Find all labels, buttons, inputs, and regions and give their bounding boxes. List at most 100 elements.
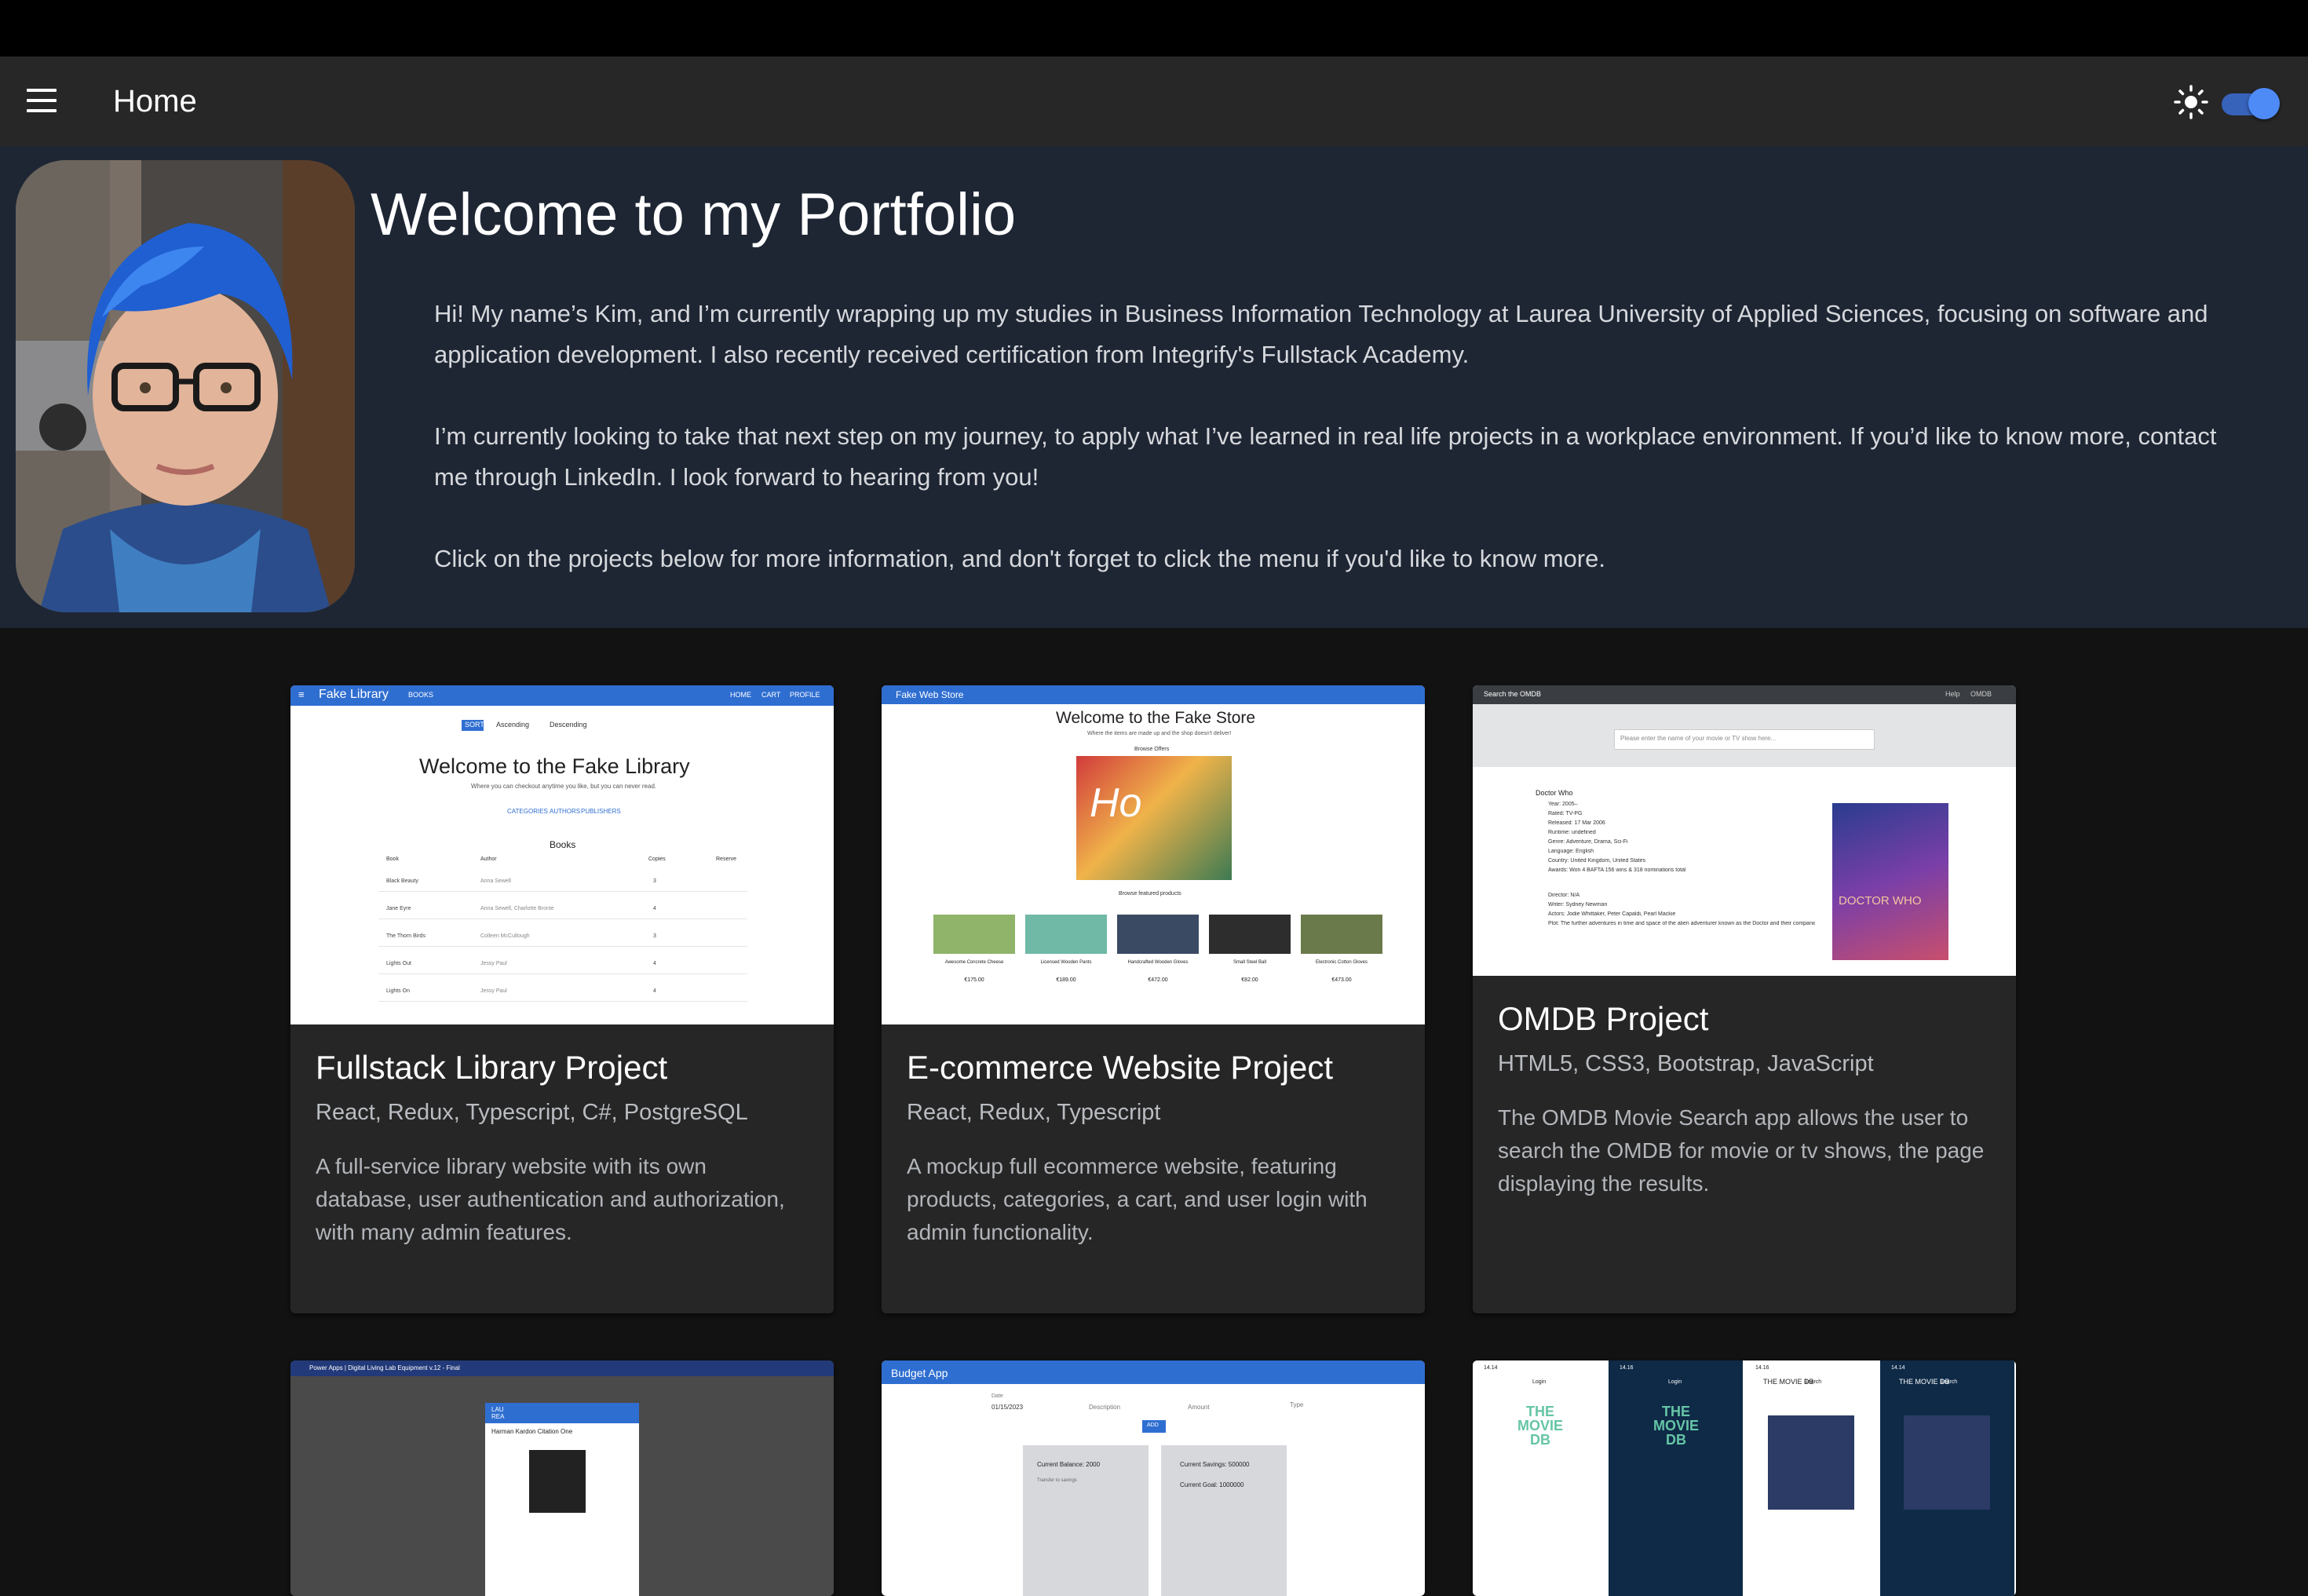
project-card-budget[interactable]: Budget App Date 01/15/2023 Description A… xyxy=(882,1360,1425,1596)
thumb-row-book: Black Beauty xyxy=(386,878,418,884)
thumb-field-type: Type xyxy=(1290,1401,1304,1408)
thumb-row-copies: 3 xyxy=(653,878,656,884)
thumb-product-price: €472.00 xyxy=(1148,977,1168,983)
thumb-field-description: Description xyxy=(1089,1404,1121,1411)
thumb-savings: Current Savings: 500000 xyxy=(1180,1461,1250,1468)
thumb-col-reserve: Reserve xyxy=(716,856,737,862)
thumb-screen xyxy=(1609,1360,1743,1596)
thumb-link-authors: AUTHORS xyxy=(550,808,581,815)
hero-title: Welcome to my Portfolio xyxy=(371,181,1017,248)
project-card-library[interactable]: ≡ Fake Library BOOKS HOME CART PROFILE S… xyxy=(290,685,834,1313)
thumb-row-author: Jessy Paul xyxy=(480,988,507,994)
thumb-product-name: Handcrafted Wooden Gloves xyxy=(1127,960,1189,965)
thumb-row-author: Jessy Paul xyxy=(480,961,507,966)
thumb-row-divider xyxy=(378,946,747,947)
thumb-detail: Runtime: undefined xyxy=(1548,830,1596,835)
thumb-link-categories: CATEGORIES xyxy=(507,808,548,815)
project-card-moviedb[interactable]: 14.14 Login THE MOVIE DB 14.16 Login THE MOVI… xyxy=(1473,1360,2016,1596)
thumb-brand: Fake Web Store xyxy=(896,689,964,700)
thumb-search-placeholder: Please enter the name of your movie or T… xyxy=(1620,735,1777,742)
thumb-product-price: €175.00 xyxy=(964,977,984,983)
thumb-screen-logo: THE MOVIE DB xyxy=(1517,1404,1563,1448)
project-card-powerapps[interactable]: Power Apps | Digital Living Lab Equipmen… xyxy=(290,1360,834,1596)
thumb-transfer: Transfer to savings xyxy=(1037,1478,1077,1483)
instructions-paragraph: Click on the projects below for more inf… xyxy=(434,545,1605,572)
theme-toggle[interactable] xyxy=(2219,87,2280,119)
thumb-screen-label: Login xyxy=(1668,1379,1682,1385)
thumb-product-image xyxy=(1025,915,1107,954)
thumb-col-author: Author xyxy=(480,856,497,862)
avatar xyxy=(16,160,355,612)
project-card-ecommerce[interactable]: Fake Web Store Welcome to the Fake Store… xyxy=(882,685,1425,1313)
thumb-detail: Year: 2005– xyxy=(1548,802,1578,807)
thumb-nav-profile: PROFILE xyxy=(790,691,820,699)
thumb-col-book: Book xyxy=(386,856,399,862)
thumb-screen-poster xyxy=(1904,1415,1990,1510)
card-title: Fullstack Library Project xyxy=(316,1049,668,1086)
thumb-row-book: Lights On xyxy=(386,988,410,994)
project-card-omdb[interactable]: Search the OMDB Help OMDB Please enter t… xyxy=(1473,685,2016,1313)
card-description: The OMDB Movie Search app allows the use… xyxy=(1498,1105,1985,1196)
card-description: A full-service library website with its … xyxy=(316,1154,785,1244)
thumb-link-publishers: PUBLISHERS xyxy=(581,808,621,815)
card-title: E-commerce Website Project xyxy=(907,1049,1334,1086)
thumb-row-author: Colleen McCullough xyxy=(480,933,530,939)
thumb-item: Harman Kardon Citation One xyxy=(491,1428,573,1435)
library-screenshot: ≡ Fake Library BOOKS HOME CART PROFILE S… xyxy=(290,685,834,1024)
thumb-detail: Genre: Adventure, Drama, Sci-Fi xyxy=(1548,839,1628,845)
thumb-heading: Welcome to the Fake Library xyxy=(419,754,690,778)
thumb-detail: Director: N/A xyxy=(1548,893,1580,898)
top-strip xyxy=(0,0,2308,57)
thumb-brand: Search the OMDB xyxy=(1484,690,1542,698)
thumb-result-title: Doctor Who xyxy=(1536,789,1573,797)
thumb-product-image xyxy=(1209,915,1291,954)
thumb-row-author: Anna Sewell xyxy=(480,878,511,884)
thumb-screen-logo: THE MOVIE DB xyxy=(1652,1404,1699,1448)
light-mode-icon xyxy=(2174,85,2208,119)
thumb-detail: Released: 17 Mar 2006 xyxy=(1548,820,1605,826)
powerapps-screenshot: Power Apps | Digital Living Lab Equipmen… xyxy=(290,1360,834,1596)
thumb-row-divider xyxy=(378,1001,747,1002)
thumb-field-date: Date xyxy=(991,1393,1003,1399)
thumb-row-book: Lights Out xyxy=(386,961,411,966)
thumb-detail: Plot: The further adventures in time and… xyxy=(1548,921,1815,926)
thumb-asc: Ascending xyxy=(496,721,530,729)
menu-icon[interactable] xyxy=(27,86,58,116)
thumb-product-price: €82.00 xyxy=(1241,977,1258,983)
thumb-screen-poster xyxy=(1768,1415,1854,1510)
thumb-brand: Fake Library xyxy=(319,688,389,701)
thumb-heading: Welcome to the Fake Store xyxy=(1056,709,1256,727)
thumb-detail: Awards: Won 4 BAFTA 156 wins & 318 nomin… xyxy=(1548,867,1686,873)
thumb-featured: Browse featured products xyxy=(1119,891,1181,897)
thumb-row-divider xyxy=(378,891,747,892)
thumb-product-image xyxy=(1301,915,1382,954)
card-tech: React, Redux, Typescript xyxy=(907,1100,1161,1125)
thumb-nav-home: HOME xyxy=(730,691,751,699)
thumb-add: ADD xyxy=(1147,1423,1159,1428)
thumb-row-author: Anna Sewell, Charlotte Bronte xyxy=(480,906,554,911)
thumb-row-copies: 4 xyxy=(653,988,656,994)
thumb-product-name: Electronic Cotton Gloves xyxy=(1315,960,1368,965)
thumb-product-price: €189.00 xyxy=(1056,977,1076,983)
thumb-sub: Where the items are made up and the shop… xyxy=(1087,731,1232,736)
card-tech: React, Redux, Typescript, C#, PostgreSQL xyxy=(316,1100,748,1125)
goals-paragraph: I’m currently looking to take that next … xyxy=(434,422,2217,491)
thumb-screen-label: Login xyxy=(1532,1379,1547,1385)
thumb-screen-time: 14.14 xyxy=(1484,1365,1498,1371)
thumb-nav-cart: CART xyxy=(761,691,781,699)
app-bar: Home xyxy=(0,57,2308,146)
hero-section: Welcome to my Portfolio Hi! My name’s Ki… xyxy=(0,146,2308,628)
thumb-product-name: Small Steel Ball xyxy=(1233,960,1267,965)
intro-paragraph: Hi! My name’s Kim, and I’m currently wra… xyxy=(434,300,2208,368)
thumb-nav-books: BOOKS xyxy=(408,691,434,699)
thumb-col-copies: Copies xyxy=(648,856,666,862)
thumb-product-name: Licensed Wooden Pants xyxy=(1040,960,1092,965)
thumb-nav-omdb: OMDB xyxy=(1970,690,1992,698)
thumb-row-book: Jane Eyre xyxy=(386,906,411,911)
thumb-screen-logo: THE MOVIE DB xyxy=(1763,1378,1814,1386)
thumb-product-price: €473.00 xyxy=(1331,977,1352,983)
thumb-detail: Rated: TV-PG xyxy=(1548,811,1583,816)
thumb-row-book: The Thorn Birds xyxy=(386,933,426,939)
thumb-sort: SORT xyxy=(465,721,484,729)
thumb-poster-title: DOCTOR WHO xyxy=(1839,894,1922,908)
